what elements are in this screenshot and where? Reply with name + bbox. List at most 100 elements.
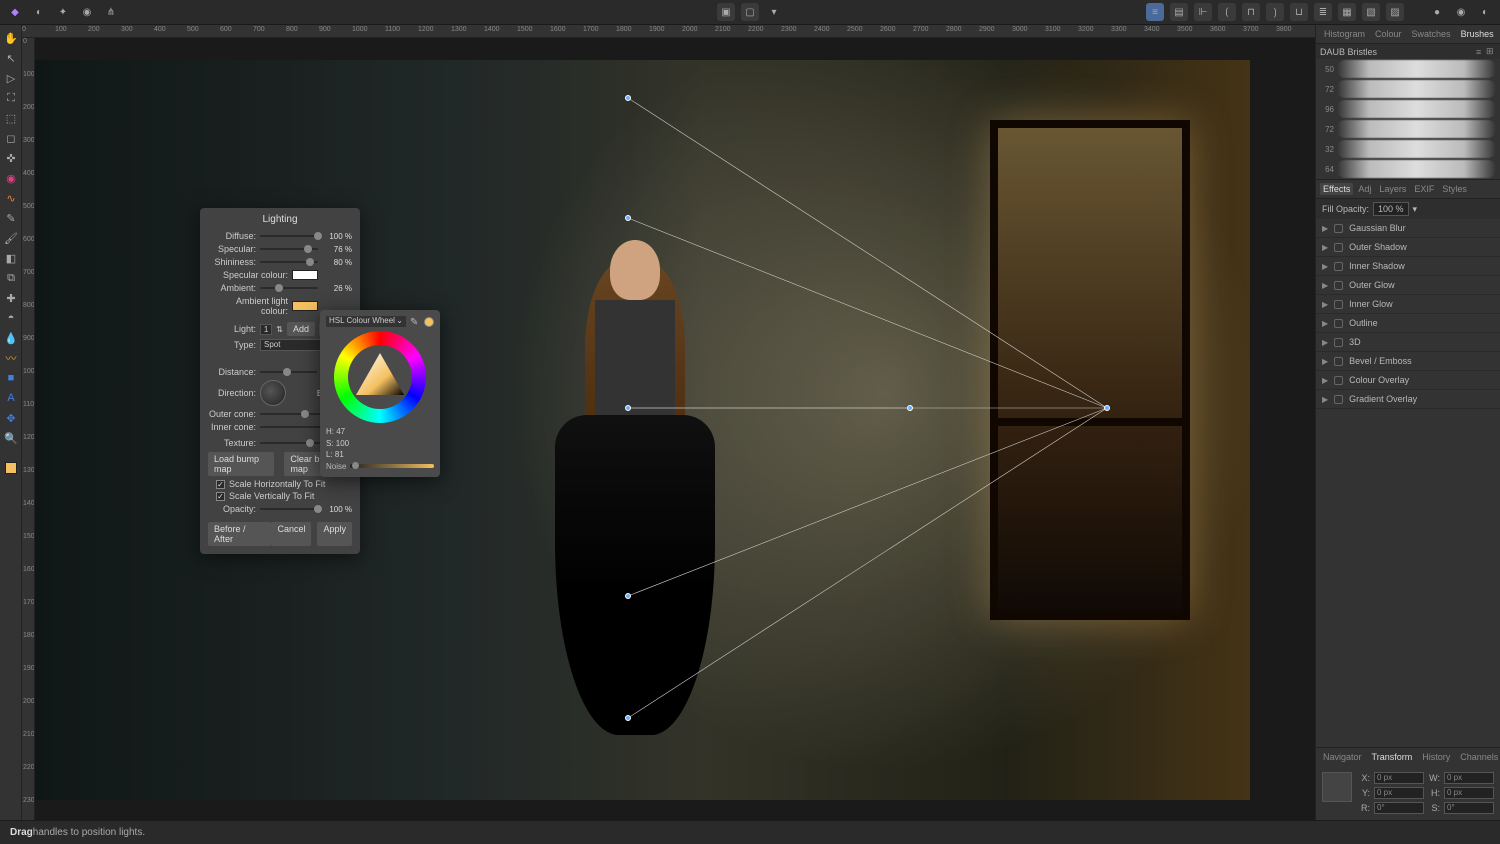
brush-preset[interactable]: 72	[1316, 79, 1500, 99]
selection-tool-icon[interactable]: ⬚	[2, 109, 20, 127]
doc-setup-icon[interactable]: ▣	[717, 3, 735, 21]
scale-v-checkbox[interactable]: ✓Scale Vertically To Fit	[216, 491, 352, 501]
align-icon-3[interactable]: ⟯	[1266, 3, 1284, 21]
current-colour-swatch[interactable]	[424, 317, 434, 327]
tab-adj[interactable]: Adj	[1355, 183, 1374, 195]
align-icon-8[interactable]: ▨	[1386, 3, 1404, 21]
specular-colour-swatch[interactable]	[292, 270, 318, 280]
apply-button[interactable]: Apply	[317, 522, 352, 546]
move-tool-icon[interactable]: ↖	[2, 49, 20, 67]
arrange-icon-2[interactable]: ▤	[1170, 3, 1188, 21]
persona-develop-icon[interactable]: ◉	[78, 3, 96, 21]
fx-row[interactable]: ▶Outer Glow	[1316, 276, 1500, 295]
tab-colour[interactable]: Colour	[1371, 28, 1406, 40]
crop-tool-icon[interactable]: ⛶	[2, 89, 20, 107]
brush-menu-icon[interactable]: ≡	[1476, 47, 1486, 57]
hand-tool-icon[interactable]: ✋	[2, 29, 20, 47]
tab-swatches[interactable]: Swatches	[1408, 28, 1455, 40]
blur-tool-icon[interactable]: 💧	[2, 329, 20, 347]
light-target-handle[interactable]	[625, 405, 631, 411]
align-icon-5[interactable]: ≣	[1314, 3, 1332, 21]
align-icon-2[interactable]: ⊓	[1242, 3, 1260, 21]
brush-category-select[interactable]: DAUB Bristles	[1320, 47, 1476, 57]
transform-s-field[interactable]: 0°	[1444, 802, 1494, 814]
fx-row[interactable]: ▶Outer Shadow	[1316, 238, 1500, 257]
ambient-colour-swatch[interactable]	[292, 301, 318, 311]
arrange-icon-3[interactable]: ⊩	[1194, 3, 1212, 21]
before-after-button[interactable]: Before / After	[208, 522, 271, 546]
tab-transform[interactable]: Transform	[1369, 751, 1416, 763]
brush-view-icon[interactable]: ⊞	[1486, 46, 1496, 57]
diffuse-slider[interactable]	[260, 235, 318, 237]
ambient-slider[interactable]	[260, 287, 318, 289]
tab-effects[interactable]: Effects	[1320, 183, 1353, 195]
flood-select-tool-icon[interactable]: ✜	[2, 149, 20, 167]
tab-navigator[interactable]: Navigator	[1320, 751, 1365, 763]
light-cone-handle-2[interactable]	[625, 215, 631, 221]
persona-photo-icon[interactable]: ◐	[30, 3, 48, 21]
eraser-tool-icon[interactable]: ◧	[2, 249, 20, 267]
heal-tool-icon[interactable]: ✚	[2, 289, 20, 307]
tab-channels[interactable]: Channels	[1457, 751, 1500, 763]
brush-preset[interactable]: 32	[1316, 139, 1500, 159]
cancel-button[interactable]: Cancel	[271, 522, 311, 546]
fx-row[interactable]: ▶Bevel / Emboss	[1316, 352, 1500, 371]
align-icon-1[interactable]: ⟮	[1218, 3, 1236, 21]
colour-mode-select[interactable]: HSL Colour Wheel	[326, 316, 406, 327]
snapping-dropdown-icon[interactable]: ▾	[765, 3, 783, 21]
smart-select-icon[interactable]: ◉	[2, 169, 20, 187]
text-tool-icon[interactable]: A	[2, 389, 20, 407]
align-icon-7[interactable]: ▧	[1362, 3, 1380, 21]
brush-preset[interactable]: 64	[1316, 159, 1500, 179]
eyedropper-icon[interactable]: ✎	[410, 317, 420, 327]
tab-history[interactable]: History	[1419, 751, 1453, 763]
fill-opacity-field[interactable]: 100 %	[1373, 202, 1409, 216]
align-icon-4[interactable]: ⊔	[1290, 3, 1308, 21]
fx-row[interactable]: ▶Inner Shadow	[1316, 257, 1500, 276]
colour-wheel[interactable]	[334, 331, 426, 423]
brush-preset[interactable]: 72	[1316, 119, 1500, 139]
color-picker-tool-icon[interactable]: ✥	[2, 409, 20, 427]
pen-tool-icon[interactable]: ✎	[2, 209, 20, 227]
transform-w-field[interactable]: 0 px	[1444, 772, 1494, 784]
node-tool-icon[interactable]: ▷	[2, 69, 20, 87]
persona-liquify-icon[interactable]: ✦	[54, 3, 72, 21]
fg-color-swatch[interactable]	[2, 459, 20, 477]
marquee-tool-icon[interactable]: ◻	[2, 129, 20, 147]
dodge-tool-icon[interactable]: ◓	[2, 309, 20, 327]
direction-knob[interactable]	[260, 380, 286, 406]
account-icon[interactable]: ◉	[1452, 3, 1470, 21]
transform-y-field[interactable]: 0 px	[1374, 787, 1424, 799]
add-light-button[interactable]: Add	[287, 322, 315, 336]
transform-x-field[interactable]: 0 px	[1374, 772, 1424, 784]
fx-row[interactable]: ▶Inner Glow	[1316, 295, 1500, 314]
snapping-icon[interactable]: ▢	[741, 3, 759, 21]
fx-row[interactable]: ▶Gaussian Blur	[1316, 219, 1500, 238]
scale-h-checkbox[interactable]: ✓Scale Horizontally To Fit	[216, 479, 352, 489]
zoom-tool-icon[interactable]: 🔍	[2, 429, 20, 447]
lasso-tool-icon[interactable]: ∿	[2, 189, 20, 207]
tab-histogram[interactable]: Histogram	[1320, 28, 1369, 40]
clone-tool-icon[interactable]: ⧉	[2, 269, 20, 287]
noise-slider[interactable]	[350, 464, 434, 468]
light-number-field[interactable]: 1	[260, 324, 272, 335]
fx-row[interactable]: ▶3D	[1316, 333, 1500, 352]
brush-tool-icon[interactable]: 🖌	[2, 229, 20, 247]
transform-r-field[interactable]: 0°	[1374, 802, 1424, 814]
load-bump-button[interactable]: Load bump map	[208, 452, 274, 476]
help-icon[interactable]: ●	[1428, 3, 1446, 21]
brush-preset[interactable]: 96	[1316, 99, 1500, 119]
transform-h-field[interactable]: 0 px	[1444, 787, 1494, 799]
tab-styles[interactable]: Styles	[1439, 183, 1470, 195]
shininess-slider[interactable]	[260, 261, 318, 263]
sync-icon[interactable]: ◐	[1476, 3, 1494, 21]
fx-row[interactable]: ▶Gradient Overlay	[1316, 390, 1500, 409]
opacity-slider[interactable]	[260, 508, 318, 510]
tab-exif[interactable]: EXIF	[1411, 183, 1437, 195]
anchor-widget[interactable]	[1322, 772, 1352, 802]
light-cone-handle-3[interactable]	[625, 593, 631, 599]
tab-brushes[interactable]: Brushes	[1457, 28, 1498, 40]
brush-preset[interactable]: 50	[1316, 59, 1500, 79]
align-icon-6[interactable]: ▦	[1338, 3, 1356, 21]
specular-slider[interactable]	[260, 248, 318, 250]
